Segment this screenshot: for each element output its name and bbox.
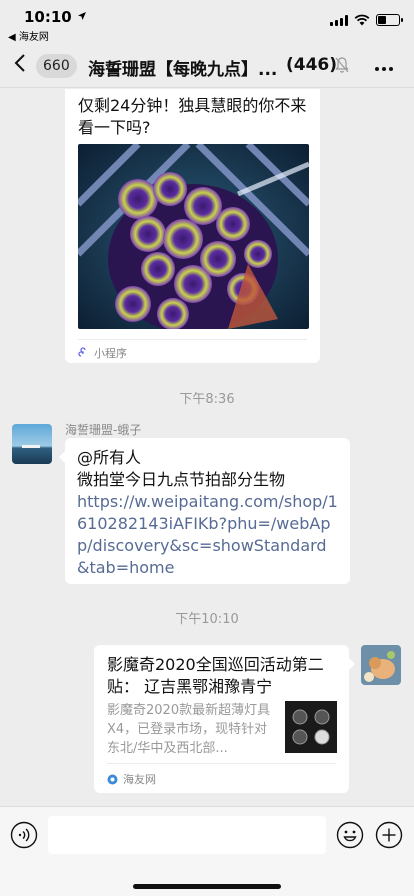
- link-card-source: 海友网: [123, 773, 156, 786]
- message-link[interactable]: https://w.weipaitang.com/shop/1610282143…: [77, 491, 338, 579]
- unread-count-badge[interactable]: 660: [36, 54, 77, 78]
- chevron-left-icon: [14, 54, 25, 72]
- sender-name: 海誓珊盟-蛾子: [65, 423, 142, 437]
- voice-input-button[interactable]: [10, 821, 38, 849]
- message-timestamp: 下午8:36: [179, 392, 235, 407]
- source-icon: [107, 774, 118, 784]
- status-time: 10:10: [24, 8, 87, 26]
- message-text: 微拍堂今日九点节拍部分生物: [77, 470, 286, 489]
- coral-image[interactable]: [78, 144, 309, 329]
- divider: [107, 763, 336, 764]
- text-message-bubble[interactable]: @所有人 微拍堂今日九点节拍部分生物 https://w.weipaitang.…: [59, 438, 350, 584]
- shared-link-card[interactable]: 影魔奇2020全国巡回活动第二贴： 辽吉黑鄂湘豫青宁 影魔奇2020款最新超薄灯…: [94, 645, 355, 793]
- more-actions-button[interactable]: [375, 821, 403, 849]
- location-arrow-icon: [77, 12, 86, 20]
- link-card-title: 影魔奇2020全国巡回活动第二贴： 辽吉黑鄂湘豫青宁: [107, 655, 324, 696]
- battery-icon: [376, 14, 403, 26]
- chat-header: 660 海誓珊盟【每晚九点】... (446): [0, 44, 414, 88]
- member-count: (446): [286, 55, 338, 75]
- status-indicators: [330, 14, 403, 26]
- mini-program-icon: [78, 347, 86, 357]
- emoji-icon: [336, 821, 364, 849]
- link-card-footer: 海友网: [107, 771, 156, 787]
- home-indicator: [133, 884, 281, 889]
- mini-program-title: 仅剩24分钟！独具慧眼的你不来看一下吗?: [78, 96, 307, 137]
- message-timestamp: 下午10:10: [175, 612, 239, 627]
- mini-program-card[interactable]: 仅剩24分钟！独具慧眼的你不来看一下吗? 小程序: [65, 89, 320, 363]
- wifi-icon: [354, 14, 370, 26]
- voice-icon: [10, 821, 38, 849]
- mention-all: @所有人: [77, 448, 142, 467]
- ellipsis-icon: [375, 67, 393, 71]
- my-avatar[interactable]: [361, 645, 401, 685]
- emoji-button[interactable]: [336, 821, 364, 849]
- mini-program-footer: 小程序: [78, 345, 127, 361]
- divider: [78, 339, 307, 340]
- back-button[interactable]: [14, 53, 26, 79]
- plus-icon: [375, 821, 403, 849]
- link-card-thumbnail: [285, 701, 337, 753]
- link-card-description: 影魔奇2020款最新超薄灯具X4，已登录市场，现特针对东北/华中及西北部...: [107, 703, 271, 756]
- mute-bell-icon: [335, 57, 349, 73]
- status-bar: 10:10 ◀ 海友网: [0, 0, 414, 44]
- message-input[interactable]: [48, 816, 326, 854]
- back-to-app-link[interactable]: ◀ 海友网: [8, 28, 49, 43]
- cellular-signal-icon: [330, 14, 348, 26]
- message-list[interactable]: 仅剩24分钟！独具慧眼的你不来看一下吗? 小程序 下午8:36 海誓珊盟-蛾子 …: [0, 89, 414, 805]
- mini-program-label: 小程序: [94, 347, 127, 360]
- input-bar: [0, 806, 414, 896]
- avatar[interactable]: [12, 424, 52, 464]
- more-options-button[interactable]: [374, 56, 394, 74]
